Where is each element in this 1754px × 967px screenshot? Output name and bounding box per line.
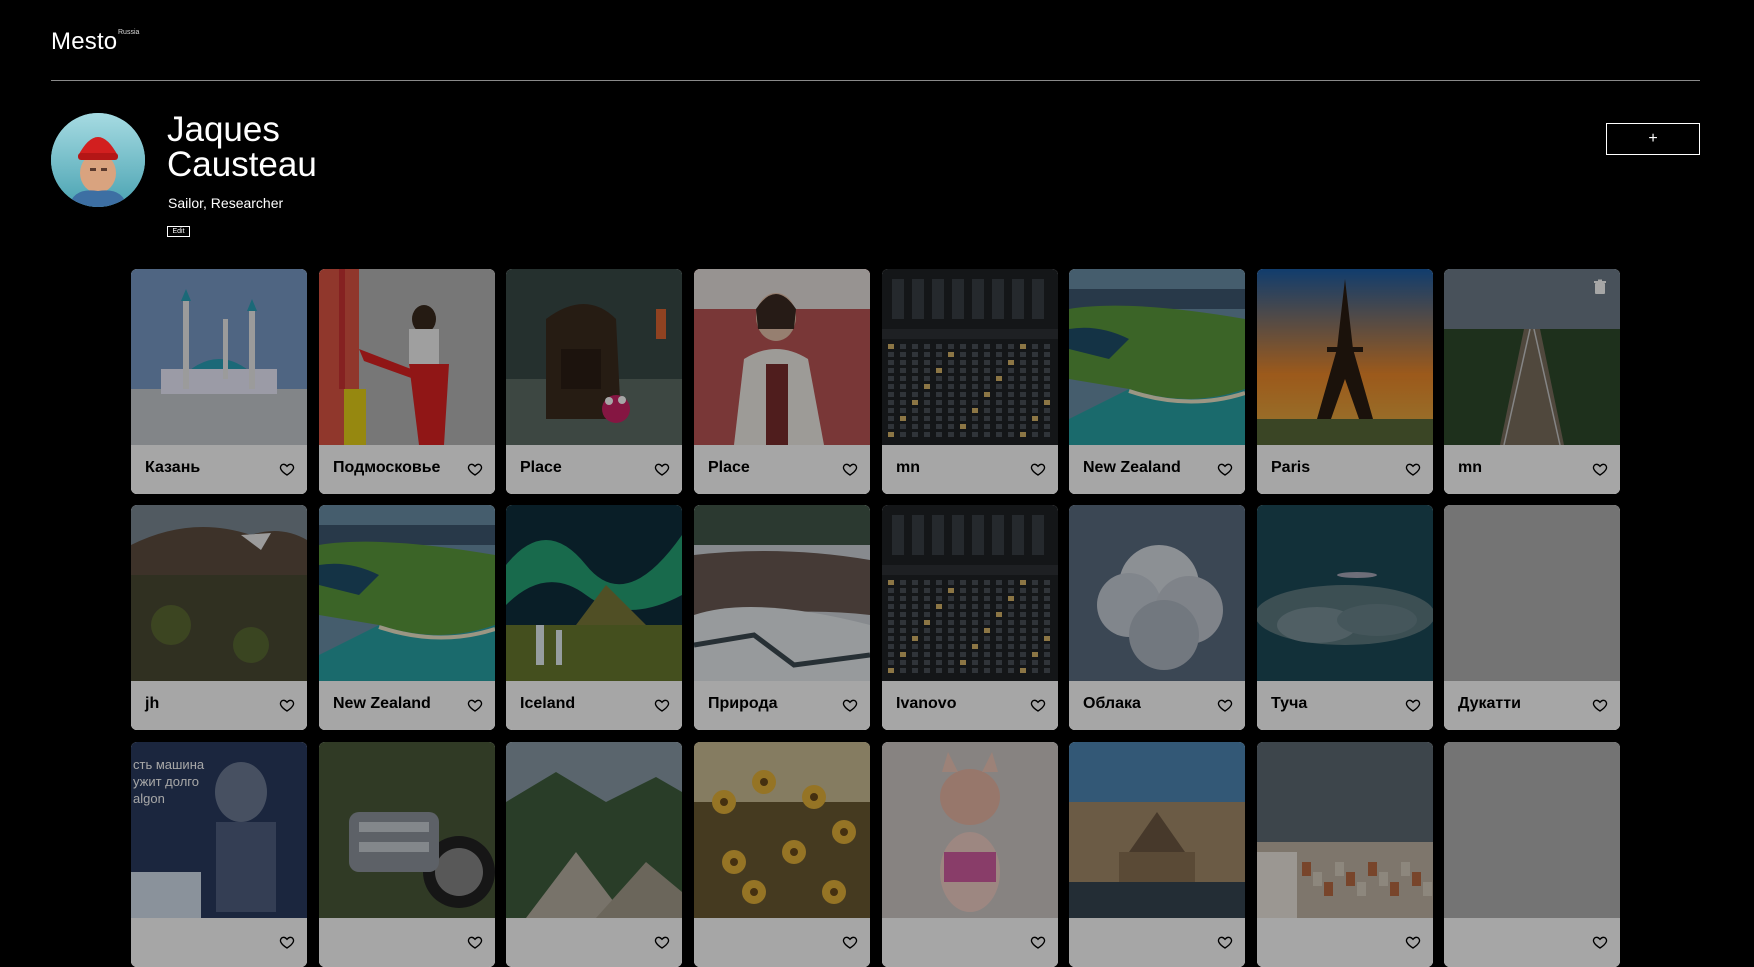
card-image[interactable] xyxy=(319,269,495,445)
avatar-image xyxy=(51,113,145,207)
card-title: Ivanovo xyxy=(896,695,957,712)
card-caption: Природа xyxy=(694,681,870,730)
card-image[interactable] xyxy=(1069,269,1245,445)
card-title: Подмосковье xyxy=(333,459,441,476)
card-image[interactable] xyxy=(1069,742,1245,918)
card xyxy=(1257,742,1433,967)
card-title: Paris xyxy=(1271,459,1311,476)
card-image[interactable] xyxy=(1257,505,1433,681)
card: Казань xyxy=(131,269,307,494)
card: Paris xyxy=(1257,269,1433,494)
card: Дукатти xyxy=(1444,505,1620,730)
card xyxy=(1444,742,1620,967)
card-title: Place xyxy=(708,459,750,476)
card-image[interactable] xyxy=(694,742,870,918)
card-caption xyxy=(1257,918,1433,967)
profile-name: Jaques Causteau xyxy=(167,110,317,184)
card-title: jh xyxy=(145,695,160,712)
card-image[interactable] xyxy=(506,269,682,445)
card: Природа xyxy=(694,505,870,730)
logo[interactable]: Mesto xyxy=(51,28,117,56)
avatar[interactable] xyxy=(51,113,145,207)
card-title: Туча xyxy=(1271,695,1308,712)
header: Mesto Russia xyxy=(51,26,1700,81)
card-caption xyxy=(319,918,495,967)
card: jh xyxy=(131,505,307,730)
card: Place xyxy=(694,269,870,494)
card-image[interactable] xyxy=(131,269,307,445)
card-caption xyxy=(882,918,1058,967)
card-caption xyxy=(131,918,307,967)
card-caption: mn xyxy=(1444,445,1620,494)
card-caption xyxy=(694,918,870,967)
card-caption xyxy=(1444,918,1620,967)
card-image[interactable] xyxy=(882,742,1058,918)
card-image[interactable] xyxy=(882,505,1058,681)
card-image[interactable] xyxy=(882,269,1058,445)
card: Ivanovo xyxy=(882,505,1058,730)
card-title: mn xyxy=(1458,459,1482,476)
card-caption: Туча xyxy=(1257,681,1433,730)
card-title: Дукатти xyxy=(1458,695,1521,712)
card: Place xyxy=(506,269,682,494)
card-caption: Дукатти xyxy=(1444,681,1620,730)
card: Туча xyxy=(1257,505,1433,730)
card-caption: Подмосковье xyxy=(319,445,495,494)
card xyxy=(319,742,495,967)
card xyxy=(1069,742,1245,967)
card-caption: New Zealand xyxy=(1069,445,1245,494)
card-caption: mn xyxy=(882,445,1058,494)
card-image[interactable] xyxy=(131,505,307,681)
card-title: New Zealand xyxy=(333,695,431,712)
profile: Jaques Causteau Sailor, Researcher Edit … xyxy=(51,110,1700,241)
card-image[interactable] xyxy=(506,742,682,918)
card: Iceland xyxy=(506,505,682,730)
card-caption xyxy=(1069,918,1245,967)
card-caption xyxy=(506,918,682,967)
card-caption: New Zealand xyxy=(319,681,495,730)
profile-about: Sailor, Researcher xyxy=(168,195,284,211)
card-title: Природа xyxy=(708,695,778,712)
card-caption: Place xyxy=(506,445,682,494)
card-image[interactable] xyxy=(694,269,870,445)
card-title: Iceland xyxy=(520,695,576,712)
card: Подмосковье xyxy=(319,269,495,494)
card: mn xyxy=(1444,269,1620,494)
card-image[interactable] xyxy=(1444,742,1620,918)
card-title: Казань xyxy=(145,459,201,476)
card-caption: Облака xyxy=(1069,681,1245,730)
card-caption: Place xyxy=(694,445,870,494)
card-image[interactable] xyxy=(506,505,682,681)
card xyxy=(506,742,682,967)
card: Облака xyxy=(1069,505,1245,730)
card-caption: Ivanovo xyxy=(882,681,1058,730)
card-image[interactable] xyxy=(694,505,870,681)
card: New Zealand xyxy=(1069,269,1245,494)
card-title: Place xyxy=(520,459,562,476)
edit-profile-button[interactable]: Edit xyxy=(167,226,190,237)
card-image[interactable] xyxy=(319,742,495,918)
card xyxy=(694,742,870,967)
card-title: mn xyxy=(896,459,920,476)
card-title: New Zealand xyxy=(1083,459,1181,476)
card-image[interactable] xyxy=(319,505,495,681)
logo-region: Russia xyxy=(118,29,140,36)
card-image[interactable] xyxy=(1257,269,1433,445)
card-caption: jh xyxy=(131,681,307,730)
card-caption: Казань xyxy=(131,445,307,494)
add-card-button[interactable]: + xyxy=(1606,123,1700,155)
card: сть машина ужит долго algon xyxy=(131,742,307,967)
card-title: Облака xyxy=(1083,695,1141,712)
card-caption: Iceland xyxy=(506,681,682,730)
card-image[interactable] xyxy=(1444,269,1620,446)
card: mn xyxy=(882,269,1058,494)
card-caption: Paris xyxy=(1257,445,1433,494)
card-image[interactable] xyxy=(1257,742,1433,918)
card-image[interactable] xyxy=(1069,505,1245,681)
card xyxy=(882,742,1058,967)
card-image[interactable] xyxy=(1444,505,1620,681)
card-image-text: сть машина ужит долго algon xyxy=(133,757,205,806)
card: New Zealand xyxy=(319,505,495,730)
